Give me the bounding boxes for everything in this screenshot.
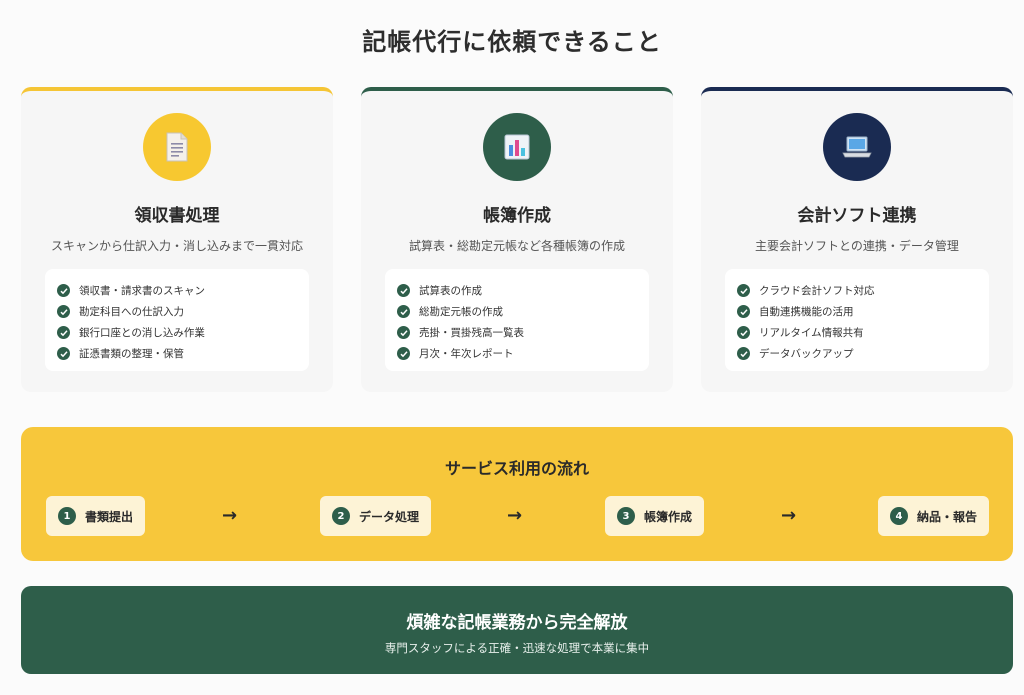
step-label: 納品・報告: [917, 509, 978, 524]
check-icon: [737, 326, 750, 339]
card-title: 領収書処理: [134, 206, 220, 226]
check-icon: [397, 284, 410, 297]
step-number: 1: [58, 507, 76, 525]
step-label: 帳簿作成: [644, 509, 693, 524]
list-item: クラウド会計ソフト対応: [737, 280, 989, 301]
list-item-label: 月次・年次レポート: [419, 348, 514, 360]
list-item-label: 銀行口座との消し込み作業: [79, 327, 205, 339]
check-icon: [57, 305, 70, 318]
list-item: 領収書・請求書のスキャン: [57, 280, 309, 301]
card-feature-list: 試算表の作成 総勘定元帳の作成 売掛・買掛残高一覧表 月次・年次レポート: [385, 269, 649, 371]
cta-banner: 煩雑な記帳業務から完全解放 専門スタッフによる正確・迅速な処理で本業に集中: [21, 586, 1013, 674]
list-item-label: 領収書・請求書のスキャン: [79, 285, 205, 297]
list-item: 銀行口座との消し込み作業: [57, 322, 309, 343]
list-item-label: 自動連携機能の活用: [759, 306, 854, 318]
service-flow: サービス利用の流れ 1 書類提出 → 2 データ処理 → 3 帳簿作成 → 4 …: [21, 427, 1013, 561]
page-title: 記帳代行に依頼できること: [362, 28, 662, 56]
arrow-right-icon: →: [222, 505, 238, 526]
step-number: 2: [332, 507, 350, 525]
list-item: 自動連携機能の活用: [737, 301, 989, 322]
list-item-label: 総勘定元帳の作成: [419, 306, 503, 318]
list-item-label: クラウド会計ソフト対応: [759, 285, 875, 297]
check-icon: [397, 347, 410, 360]
list-item-label: 売掛・買掛残高一覧表: [419, 327, 524, 339]
check-icon: [397, 326, 410, 339]
step-number: 4: [890, 507, 908, 525]
card-accounting-software: 会計ソフト連携 主要会計ソフトとの連携・データ管理 クラウド会計ソフト対応 自動…: [701, 87, 1013, 392]
list-item-label: 証憑書類の整理・保管: [79, 348, 184, 360]
card-title: 帳簿作成: [483, 206, 551, 226]
card-description: 主要会計ソフトとの連携・データ管理: [755, 239, 959, 253]
list-item: リアルタイム情報共有: [737, 322, 989, 343]
check-icon: [57, 326, 70, 339]
card-description: 試算表・総勘定元帳など各種帳簿の作成: [408, 239, 625, 253]
list-item-label: 勘定科目への仕訳入力: [79, 306, 184, 318]
check-icon: [57, 347, 70, 360]
check-icon: [737, 284, 750, 297]
check-icon: [57, 284, 70, 297]
card-receipt-processing: 領収書処理 スキャンから仕訳入力・消し込みまで一貫対応 領収書・請求書のスキャン…: [21, 87, 333, 392]
step-number: 3: [617, 507, 635, 525]
step-label: データ処理: [359, 509, 420, 524]
arrow-right-icon: →: [781, 505, 797, 526]
document-icon: [143, 113, 211, 181]
list-item-label: リアルタイム情報共有: [759, 327, 864, 339]
check-icon: [397, 305, 410, 318]
card-title: 会計ソフト連携: [797, 206, 917, 226]
list-item-label: 試算表の作成: [419, 285, 482, 297]
card-feature-list: クラウド会計ソフト対応 自動連携機能の活用 リアルタイム情報共有 データバックア…: [725, 269, 989, 371]
service-cards: 領収書処理 スキャンから仕訳入力・消し込みまで一貫対応 領収書・請求書のスキャン…: [21, 87, 1013, 392]
card-feature-list: 領収書・請求書のスキャン 勘定科目への仕訳入力 銀行口座との消し込み作業 証憑書…: [45, 269, 309, 371]
arrow-right-icon: →: [507, 505, 523, 526]
flow-title: サービス利用の流れ: [444, 459, 589, 478]
card-bookkeeping: 帳簿作成 試算表・総勘定元帳など各種帳簿の作成 試算表の作成 総勘定元帳の作成 …: [361, 87, 673, 392]
card-description: スキャンから仕訳入力・消し込みまで一貫対応: [50, 239, 303, 253]
flow-step-4: 4 納品・報告: [878, 496, 990, 536]
laptop-icon: [823, 113, 891, 181]
check-icon: [737, 347, 750, 360]
list-item: データバックアップ: [737, 343, 989, 364]
list-item: 勘定科目への仕訳入力: [57, 301, 309, 322]
list-item: 証憑書類の整理・保管: [57, 343, 309, 364]
list-item: 総勘定元帳の作成: [397, 301, 649, 322]
flow-step-3: 3 帳簿作成: [605, 496, 705, 536]
flow-step-2: 2 データ処理: [320, 496, 432, 536]
banner-title: 煩雑な記帳業務から完全解放: [406, 613, 628, 633]
flow-step-1: 1 書類提出: [46, 496, 146, 536]
list-item: 月次・年次レポート: [397, 343, 649, 364]
list-item: 売掛・買掛残高一覧表: [397, 322, 649, 343]
banner-subtitle: 専門スタッフによる正確・迅速な処理で本業に集中: [384, 641, 650, 655]
check-icon: [737, 305, 750, 318]
list-item-label: データバックアップ: [759, 348, 854, 360]
list-item: 試算表の作成: [397, 280, 649, 301]
step-label: 書類提出: [85, 509, 134, 524]
chart-icon: [483, 113, 551, 181]
